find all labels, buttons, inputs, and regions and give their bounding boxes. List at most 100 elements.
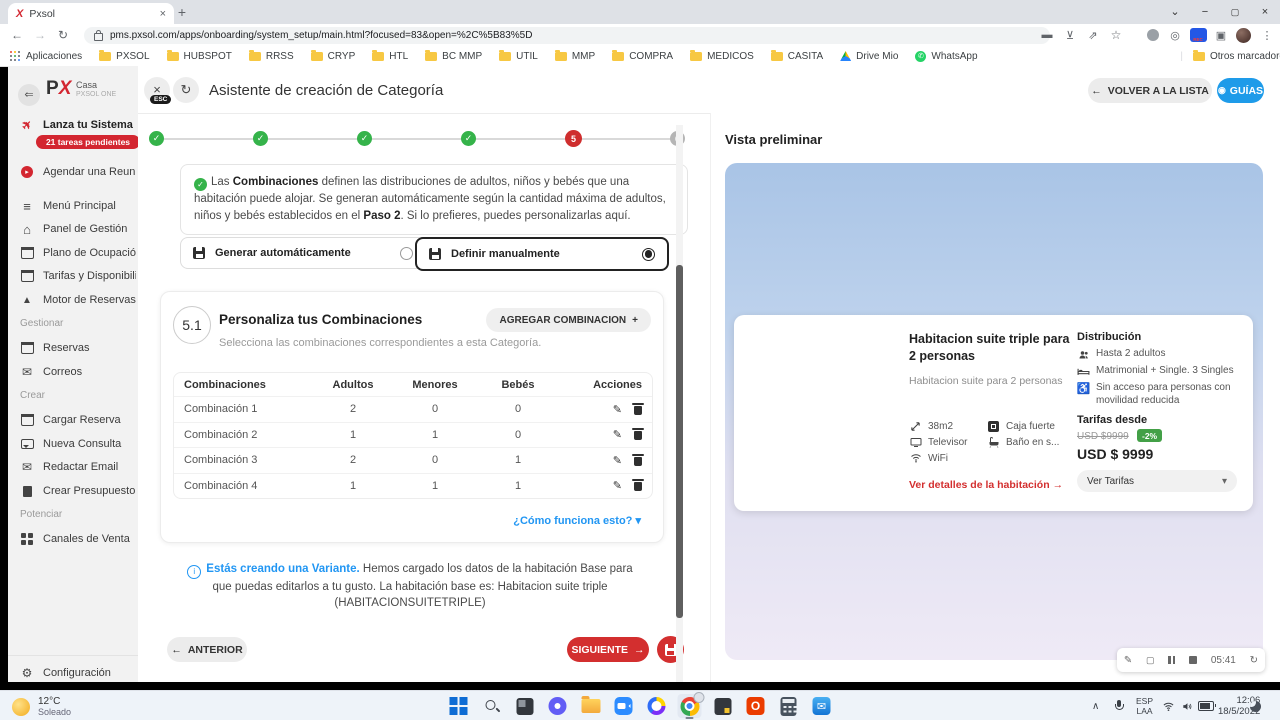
- window-minimize-button[interactable]: −: [1190, 0, 1220, 24]
- office-app-icon[interactable]: O: [744, 694, 768, 718]
- window-maximize-button[interactable]: ▢: [1220, 0, 1250, 24]
- como-funciona-link[interactable]: ¿Cómo funciona esto? ▾: [513, 514, 641, 527]
- draw-pencil-icon[interactable]: ✎: [1124, 655, 1132, 666]
- bookmark-whatsapp[interactable]: ✆WhatsApp: [915, 51, 977, 62]
- definir-manualmente-option[interactable]: Definir manualmente: [415, 237, 669, 271]
- bookmark-bcmmp[interactable]: BC MMP: [425, 51, 482, 62]
- sidebar-item-menu-principal[interactable]: ≡ Menú Principal: [20, 197, 136, 215]
- stop-button[interactable]: [1189, 656, 1197, 664]
- download-icon[interactable]: ⊻: [1061, 27, 1079, 43]
- radio-unselected[interactable]: [400, 247, 413, 260]
- bookmark-star-icon[interactable]: ☆: [1107, 27, 1125, 43]
- bookmark-hubspot[interactable]: HUBSPOT: [167, 51, 232, 62]
- forward-button[interactable]: →: [29, 24, 51, 46]
- new-tab-button[interactable]: +: [172, 2, 192, 22]
- guias-button[interactable]: ◉GUÍAS: [1217, 78, 1264, 103]
- start-button[interactable]: [447, 694, 471, 718]
- restart-icon[interactable]: ↻: [1250, 655, 1258, 666]
- tray-chevron-icon[interactable]: ∧: [1092, 691, 1099, 720]
- taskview-app-icon[interactable]: [513, 694, 537, 718]
- mail-app-icon[interactable]: ✉: [810, 694, 834, 718]
- bookmark-drive-mio[interactable]: Drive Mio: [840, 51, 898, 62]
- sidebar-item-plano-de-ocupacion[interactable]: Plano de Ocupación: [20, 244, 136, 262]
- bookmark-cryp[interactable]: CRYP: [311, 51, 356, 62]
- sidebar-item-panel-de-gestion[interactable]: ⌂ Panel de Gestión: [20, 220, 136, 238]
- pause-button[interactable]: [1168, 656, 1175, 664]
- sidebar-item-tarifas-y-disponibilidad[interactable]: Tarifas y Disponibilid: [20, 267, 136, 285]
- edit-icon[interactable]: ✎: [603, 403, 622, 416]
- anterior-button[interactable]: ←ANTERIOR: [167, 637, 247, 662]
- search-button[interactable]: [480, 694, 504, 718]
- sidebar-collapse-button[interactable]: ⇐: [18, 84, 40, 106]
- loom-app-icon[interactable]: [546, 694, 570, 718]
- sidebar-item-configuracion[interactable]: ⚙ Configuración: [20, 664, 136, 682]
- chrome-app-icon[interactable]: [678, 694, 702, 718]
- share-icon[interactable]: ⇗: [1084, 27, 1102, 43]
- rec-extension-icon[interactable]: REC: [1189, 27, 1207, 43]
- refresh-button[interactable]: ↻: [52, 24, 74, 46]
- bookmark-util[interactable]: UTIL: [499, 51, 538, 62]
- url-field[interactable]: pms.pxsol.com/apps/onboarding/system_set…: [84, 27, 1050, 44]
- siguiente-button[interactable]: SIGUIENTE→: [567, 637, 649, 662]
- step-5-current[interactable]: 5: [565, 130, 582, 147]
- language-indicator[interactable]: ESPLAA: [1136, 691, 1153, 720]
- sidebar-item-nueva-consulta[interactable]: Nueva Consulta: [20, 435, 136, 453]
- volver-a-la-lista-button[interactable]: ←VOLVER A LA LISTA: [1088, 78, 1212, 103]
- bookmark-pxsol[interactable]: PXSOL: [99, 51, 149, 62]
- bookmark-htl[interactable]: HTL: [372, 51, 408, 62]
- speaker-tray-icon[interactable]: [1181, 691, 1193, 720]
- sidebar-item-lanza-tu-sistema[interactable]: ✈ Lanza tu Sistema: [20, 116, 136, 134]
- agregar-combinacion-button[interactable]: AGREGAR COMBINACION+: [486, 308, 651, 332]
- calculator-app-icon[interactable]: [777, 694, 801, 718]
- sidebar-item-reservas[interactable]: Reservas: [20, 339, 136, 357]
- step-4-done[interactable]: [461, 131, 476, 146]
- battery-tray-icon[interactable]: [1198, 691, 1214, 720]
- bookmark-compra[interactable]: COMPRA: [612, 51, 673, 62]
- radio-selected[interactable]: [642, 248, 655, 261]
- step-3-done[interactable]: [357, 131, 372, 146]
- extensions-puzzle-icon[interactable]: ▣: [1212, 27, 1230, 43]
- microphone-icon[interactable]: [1114, 691, 1124, 720]
- apps-shortcut[interactable]: Aplicaciones: [10, 51, 82, 62]
- content-scrollbar[interactable]: [676, 125, 683, 682]
- ver-detalles-link[interactable]: Ver detalles de la habitación →: [909, 479, 1063, 491]
- file-explorer-icon[interactable]: [579, 694, 603, 718]
- other-bookmarks[interactable]: Otros marcadores: [1193, 51, 1280, 62]
- sidebar-item-correos[interactable]: ✉ Correos: [20, 363, 136, 381]
- delete-icon[interactable]: [634, 457, 642, 466]
- sidebar-item-redactar-email[interactable]: ✉ Redactar Email: [20, 458, 136, 476]
- sidebar-item-agendar-reunion[interactable]: ▸ Agendar una Reunión: [20, 163, 136, 181]
- extension-generic-icon[interactable]: [1144, 27, 1162, 43]
- bookmark-mmp[interactable]: MMP: [555, 51, 595, 62]
- tab-close-icon[interactable]: ×: [160, 8, 166, 20]
- back-button[interactable]: ←: [6, 24, 28, 46]
- sidebar-item-crear-presupuesto[interactable]: Crear Presupuesto: [20, 482, 136, 500]
- sidebar-item-motor-de-reservas[interactable]: ▲ Motor de Reservas: [20, 291, 136, 309]
- browser-menu-icon[interactable]: ⋮: [1258, 27, 1276, 43]
- delete-icon[interactable]: [634, 431, 642, 440]
- notepad-app-icon[interactable]: [711, 694, 735, 718]
- edit-icon[interactable]: ✎: [603, 454, 622, 467]
- refresh-wizard-button[interactable]: ↻: [173, 77, 199, 103]
- delete-icon[interactable]: [634, 406, 642, 415]
- step-1-done[interactable]: [149, 131, 164, 146]
- tab-search-chevron-icon[interactable]: ⌄: [1160, 0, 1190, 24]
- edit-icon[interactable]: ✎: [603, 479, 622, 492]
- scrollbar-thumb[interactable]: [676, 265, 683, 618]
- ver-tarifas-button[interactable]: Ver Tarifas ▾: [1077, 470, 1237, 492]
- edit-icon[interactable]: ✎: [603, 428, 622, 441]
- zoom-app-icon[interactable]: [612, 694, 636, 718]
- delete-icon[interactable]: [634, 482, 642, 491]
- screenshot-extension-icon[interactable]: ◎: [1166, 27, 1184, 43]
- window-close-button[interactable]: ×: [1250, 0, 1280, 24]
- focus-moon-icon[interactable]: [1250, 691, 1261, 720]
- media-control-icon[interactable]: ▬: [1038, 27, 1056, 43]
- antivirus-app-icon[interactable]: [645, 694, 669, 718]
- step-2-done[interactable]: [253, 131, 268, 146]
- browser-tab[interactable]: X Pxsol ×: [8, 3, 174, 24]
- wifi-tray-icon[interactable]: [1162, 691, 1175, 720]
- generar-automaticamente-option[interactable]: Generar automáticamente: [180, 237, 426, 269]
- bookmark-casita[interactable]: CASITA: [771, 51, 823, 62]
- sidebar-item-canales-de-venta[interactable]: Canales de Venta: [20, 530, 136, 548]
- weather-widget[interactable]: 12°C Soleado: [12, 696, 71, 717]
